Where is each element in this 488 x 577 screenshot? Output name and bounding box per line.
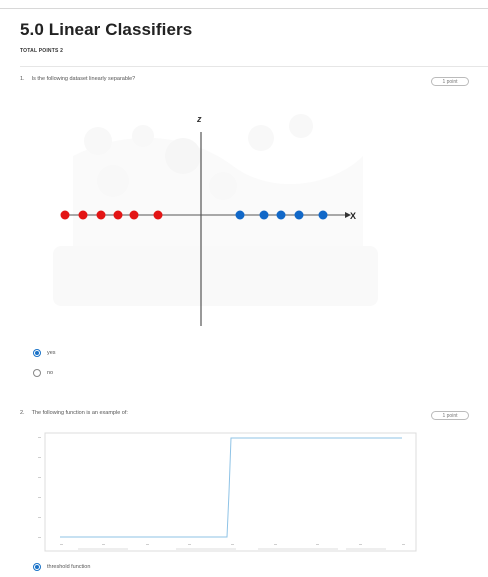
q1-option-no-label: no [47,370,54,376]
q2-option-threshold-radio[interactable] [33,563,41,571]
q2-option-threshold[interactable]: threshold function [33,562,90,572]
q1-option-yes-radio[interactable] [33,349,41,357]
question-2-number: 2. [20,410,25,416]
question-2-prompt: The following function is an example of: [31,410,128,416]
page-title: 5.0 Linear Classifiers [20,20,193,39]
q1-option-no[interactable]: no [33,368,53,378]
blue-point [235,210,245,220]
blue-point [259,210,269,220]
x-axis-label: X [350,211,356,221]
top-divider [0,8,488,9]
watermark-logo [33,96,398,328]
blue-point [318,210,328,220]
red-point [96,210,106,220]
blue-point [294,210,304,220]
blue-point [276,210,286,220]
question-1-figure: z X [33,96,398,328]
z-axis-label: z [196,114,202,124]
header-separator [20,66,488,67]
q1-option-yes-label: yes [47,350,56,356]
question-2-points-badge: 1 point [431,411,469,420]
question-2-figure [38,432,417,552]
red-point [60,210,70,220]
question-2-text: 2. The following function is an example o… [20,410,128,416]
q1-option-no-radio[interactable] [33,369,41,377]
y-tick-marks [38,437,41,538]
red-point [129,210,139,220]
q1-option-yes[interactable]: yes [33,348,56,358]
question-1-prompt: Is the following dataset linearly separa… [31,76,136,82]
question-1-text: 1. Is the following dataset linearly sepa… [20,76,135,82]
q2-option-threshold-label: threshold function [47,564,91,570]
question-1-points-badge: 1 point [431,77,469,86]
total-points: TOTAL POINTS 2 [20,48,64,54]
red-point [153,210,163,220]
red-point [78,210,88,220]
question-1-number: 1. [20,76,25,82]
red-point [113,210,123,220]
